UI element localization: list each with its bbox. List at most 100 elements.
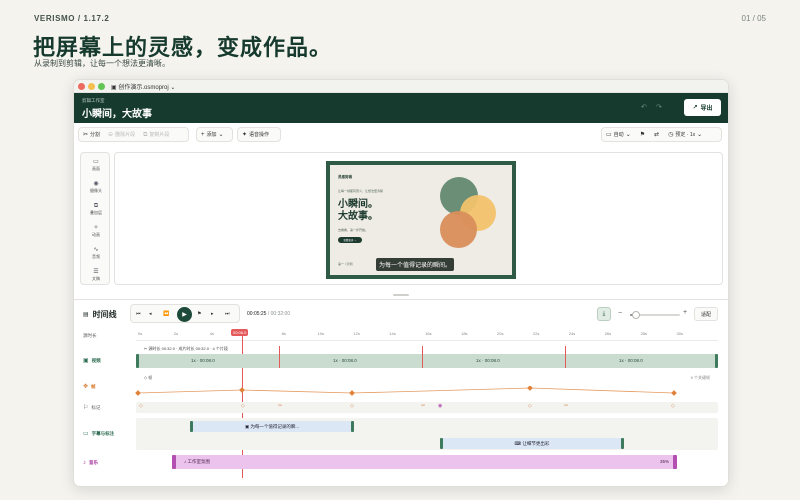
video-segment[interactable]: 1x · 00:08.0 [476, 358, 500, 363]
zoom-window-button[interactable] [98, 83, 105, 90]
sidebar-item-label: 动画 [92, 232, 100, 237]
video-segment[interactable]: 1x · 00:08.0 [333, 358, 357, 363]
copy-clip-button[interactable]: ⧉ 复制片段 [143, 131, 169, 139]
split-marker[interactable] [422, 346, 423, 368]
clip-handle-left[interactable] [190, 421, 193, 432]
sidebar-item-animation[interactable]: ✧ 动画 [81, 225, 111, 238]
preview-canvas[interactable]: 灵感剪辑 让每一帧都有意义，让想法更清晰 小瞬间。 大故事。 去看看，第一步开始。… [114, 152, 723, 285]
zoom-slider-knob[interactable] [632, 311, 640, 319]
undo-icon[interactable]: ↶ [641, 103, 647, 111]
clip-handle-right[interactable] [673, 455, 677, 469]
resize-handle[interactable] [393, 294, 409, 296]
step-forward-icon[interactable]: ▸ [211, 311, 214, 317]
keyframe[interactable] [527, 386, 533, 391]
add-button[interactable]: + 添加 ⌄ [196, 127, 233, 142]
subtitle-overlay[interactable]: 为每一个值得记录的瞬间。 [376, 258, 455, 271]
split-button[interactable]: ✂ 分割 [83, 131, 101, 139]
flag-button[interactable]: ⚑ [640, 132, 645, 138]
zoom-in-icon[interactable]: + [683, 309, 687, 316]
voice-action-button[interactable]: ✦ 语音操作 [237, 127, 281, 142]
cut-marker-icon[interactable]: ✂ [278, 403, 282, 409]
subtitle-clip[interactable]: ▣ 为每一个值得记录的瞬... [190, 421, 354, 432]
ruler-tick: 10s [317, 331, 324, 336]
marker-icon[interactable]: ◇ [139, 403, 143, 409]
sidebar-item-audio[interactable]: ∿ 音频 [81, 247, 111, 260]
cut-marker-icon[interactable]: ✂ [421, 403, 425, 409]
keyframe-curve[interactable] [74, 386, 729, 400]
timeline-title-label: 时间线 [92, 310, 117, 319]
auto-label: 自动 [613, 132, 624, 138]
marker-icon[interactable]: ◇ [241, 403, 245, 409]
rewind-icon[interactable]: ⏪ [163, 311, 169, 317]
cut-marker-icon[interactable]: ✂ [564, 403, 568, 409]
playhead-time[interactable]: 00:06.0 [231, 329, 249, 336]
delete-clip-button[interactable]: ⊖ 删除片段 [108, 131, 135, 139]
clip-handle-right[interactable] [351, 421, 354, 432]
play-icon: ▶ [182, 312, 187, 318]
video-segment[interactable]: 1x · 00:08.0 [191, 358, 215, 363]
comment-marker-icon[interactable]: ◉ [438, 403, 442, 409]
flag-icon[interactable]: ⚑ [197, 311, 201, 317]
keyframe[interactable] [671, 390, 677, 396]
ruler-tick: 24s [568, 331, 576, 336]
toolbar: ✂ 分割 ⊖ 删除片段 ⧉ 复制片段 + 添加 ⌄ ✦ 语音操作 ▭ 自动 ⌄ ⚑ ⇄ ◷ 预定 … [74, 124, 728, 146]
keyframe[interactable] [239, 387, 245, 393]
timecode-current: 00:05:25 [247, 311, 267, 317]
document-title[interactable]: ▣ 创作演示.osmoproj ⌄ [111, 82, 175, 91]
clip-handle-left[interactable] [440, 438, 443, 449]
zoom-slider[interactable] [630, 311, 680, 319]
play-button[interactable]: ▶ [177, 307, 192, 322]
skip-end-icon[interactable]: ⏭ [225, 311, 230, 317]
sidebar-item-script[interactable]: ☰ 文稿 [81, 269, 111, 282]
loop-button[interactable]: ⇄ [654, 132, 659, 138]
slide-footer: 第一 / 示例 [338, 262, 353, 266]
subtitle-clip-text: 为每一个值得记录的瞬... [250, 423, 300, 429]
marker-icon[interactable]: ◇ [350, 403, 354, 409]
trim-handle-left[interactable] [136, 354, 139, 368]
split-label: 分割 [90, 132, 101, 138]
marker-track[interactable] [136, 402, 718, 413]
marker-icon[interactable]: ◇ [671, 403, 675, 409]
step-back-icon[interactable]: ◂ [149, 311, 152, 317]
sidebar-item-camera[interactable]: ◉ 摄像头 [81, 181, 111, 194]
annotation-clip[interactable]: ⌨ 让细节更出彩 [440, 438, 624, 449]
download-button[interactable]: ⤓ [597, 307, 611, 321]
timecode: 00:05:25 / 00:32:00 [247, 311, 290, 317]
trim-handle-right[interactable] [715, 354, 718, 368]
preview-frame[interactable]: 灵感剪辑 让每一帧都有意义，让想法更清晰 小瞬间。 大故事。 去看看，第一步开始。… [326, 161, 516, 279]
minimize-window-button[interactable] [88, 83, 95, 90]
keyframe[interactable] [135, 390, 141, 396]
sidebar-item-overlay[interactable]: ⧉ 叠加层 [81, 203, 111, 216]
clip-handle-left[interactable] [172, 455, 176, 469]
keyframe[interactable] [349, 390, 355, 396]
video-label: 视频 [91, 358, 101, 363]
loop-icon: ⇄ [654, 131, 660, 138]
sidebar-item-screen[interactable]: ▭ 画面 [81, 159, 111, 172]
fit-button[interactable]: 适配 [694, 307, 718, 321]
music-clip[interactable]: ♪ 工作室氛围 35% [172, 455, 677, 469]
split-marker[interactable] [565, 346, 566, 368]
preset-button[interactable]: ◷ 预定 · 1x ⌄ [668, 131, 702, 139]
ruler-tick: 8s [281, 331, 286, 336]
clip-handle-right[interactable] [621, 438, 624, 449]
video-track[interactable]: 1x · 00:08.0 1x · 00:08.0 1x · 00:08.0 1… [136, 346, 718, 368]
split-marker[interactable] [279, 346, 280, 368]
layers-icon: ⧉ [93, 203, 99, 209]
redo-icon[interactable]: ↷ [656, 103, 662, 111]
skip-start-icon[interactable]: ⏮ [136, 311, 141, 317]
export-button[interactable]: ↗ 导出 [684, 99, 721, 116]
auto-layout-button[interactable]: ▭ 自动 ⌄ [606, 131, 631, 139]
view-controls: ▭ 自动 ⌄ ⚑ ⇄ ◷ 预定 · 1x ⌄ [601, 127, 722, 142]
close-window-button[interactable] [78, 83, 85, 90]
animation-icon: ✧ [93, 225, 99, 231]
project-label: 剪辑工作室 [82, 98, 105, 103]
sidebar-item-label: 画面 [92, 166, 100, 171]
music-volume: 35% [659, 459, 669, 464]
video-segment[interactable]: 1x · 00:08.0 [619, 358, 643, 363]
music-note-icon: ♪ [184, 459, 187, 464]
zoom-out-icon[interactable]: − [618, 310, 622, 317]
slide-subtitle: 去看看，第一步开始。 [338, 228, 369, 232]
marker-icon[interactable]: ◇ [528, 403, 532, 409]
ruler-tick: 30s [676, 331, 683, 336]
ruler-tick: 28s [640, 331, 648, 336]
